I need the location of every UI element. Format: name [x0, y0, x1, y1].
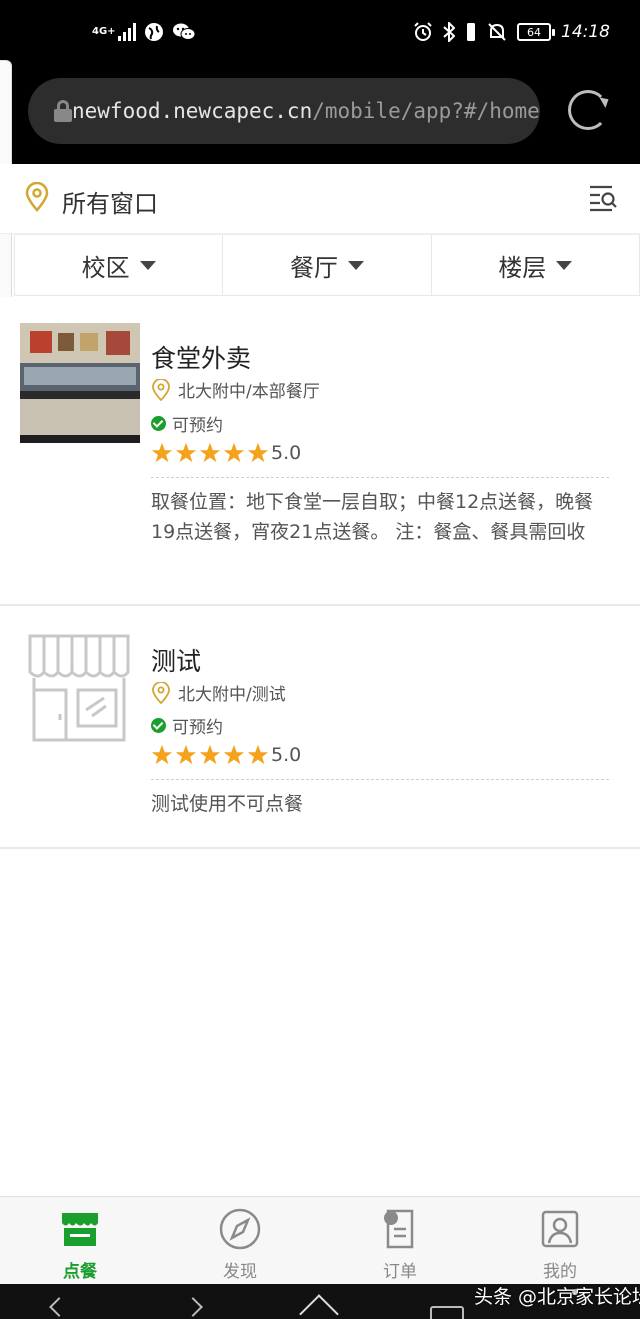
star-rating	[151, 442, 269, 464]
filter-restaurant[interactable]: 餐厅	[223, 234, 432, 295]
store-photo	[20, 323, 140, 443]
rating-value: 5.0	[271, 744, 302, 766]
clock: 14:18	[561, 22, 610, 42]
store-description: 测试使用不可点餐	[151, 793, 304, 815]
storefront-placeholder-icon	[28, 634, 130, 742]
store-name: 测试	[151, 647, 202, 676]
profile-card-icon	[541, 1210, 579, 1248]
location-pin-icon	[152, 681, 170, 704]
mute-bell-icon	[488, 23, 506, 41]
wechat-icon	[173, 23, 196, 40]
store-card[interactable]: 食堂外卖 北大附中/本部餐厅 可预约 5.0 取餐位置：地下食堂一层自取；中餐1…	[0, 297, 640, 606]
star-icon	[151, 442, 173, 463]
network-type: 4G+	[92, 26, 116, 37]
alarm-icon	[414, 22, 432, 41]
star-icon	[175, 442, 197, 463]
bluetooth-icon	[443, 22, 455, 42]
star-icon	[175, 744, 197, 765]
store-card[interactable]: 测试 北大附中/测试 可预约 5.0 测试使用不可点餐	[0, 606, 640, 849]
star-icon	[199, 442, 221, 463]
page-title[interactable]: 所有窗口	[62, 184, 158, 219]
watermark: 头条 @北京家长论坛	[474, 1286, 640, 1308]
store-rating: 5.0	[151, 442, 301, 464]
status-bar: 4G+ 64 14:18	[0, 0, 640, 76]
filter-bar: 校区 餐厅 楼层	[14, 234, 640, 296]
nav-order-food[interactable]: 点餐	[0, 1197, 160, 1284]
rating-value: 5.0	[271, 442, 302, 464]
caret-down-icon	[347, 260, 364, 270]
check-circle-icon	[151, 416, 166, 431]
battery-indicator: 64	[517, 23, 555, 41]
forward-icon[interactable]	[183, 1297, 203, 1317]
availability-status: 可预约	[151, 411, 223, 436]
back-icon[interactable]	[49, 1297, 69, 1317]
caret-down-icon	[556, 260, 573, 270]
bottom-nav: 点餐 发现 订单 我的	[0, 1196, 640, 1284]
nav-profile[interactable]: 我的	[480, 1197, 640, 1284]
nav-discover[interactable]: 发现	[160, 1197, 320, 1284]
star-icon	[223, 442, 245, 463]
signal-icon	[118, 23, 136, 41]
vpn-globe-icon	[145, 23, 163, 41]
store-name: 食堂外卖	[151, 344, 252, 373]
recent-apps-icon[interactable]	[430, 1306, 464, 1319]
vibrate-icon	[467, 23, 475, 41]
location-pin-icon	[25, 182, 49, 212]
star-icon	[223, 744, 245, 765]
filter-list-icon[interactable]	[588, 182, 618, 212]
address-bar[interactable]: newfood.newcapec.cn/mobile/app?#/home/sl	[28, 78, 540, 144]
divider	[151, 477, 609, 478]
star-rating	[151, 744, 269, 766]
star-icon	[247, 442, 269, 463]
divider	[151, 779, 609, 780]
storefront-icon	[62, 1213, 98, 1246]
home-icon[interactable]	[299, 1294, 339, 1319]
browser-toolbar: newfood.newcapec.cn/mobile/app?#/home/sl	[0, 76, 640, 164]
filter-campus[interactable]: 校区	[14, 234, 224, 295]
location-pin-icon	[152, 378, 170, 401]
order-document-icon	[384, 1209, 414, 1249]
location-header: 所有窗口	[0, 164, 640, 234]
store-description: 取餐位置：地下食堂一层自取；中餐12点送餐，晚餐19点送餐，宵夜21点送餐。 注…	[151, 491, 594, 543]
nav-orders[interactable]: 订单	[320, 1197, 480, 1284]
star-icon	[247, 744, 269, 765]
store-location: 北大附中/本部餐厅	[151, 377, 320, 402]
filter-floor[interactable]: 楼层	[431, 234, 640, 295]
store-rating: 5.0	[151, 744, 301, 766]
reload-icon[interactable]	[568, 90, 608, 130]
availability-status: 可预约	[151, 713, 223, 738]
star-icon	[151, 744, 173, 765]
star-icon	[199, 744, 221, 765]
store-location: 北大附中/测试	[151, 680, 286, 705]
url-text[interactable]: newfood.newcapec.cn/mobile/app?#/home/sl	[72, 99, 540, 123]
check-circle-icon	[151, 718, 166, 733]
compass-icon	[219, 1208, 261, 1250]
caret-down-icon	[139, 260, 156, 270]
